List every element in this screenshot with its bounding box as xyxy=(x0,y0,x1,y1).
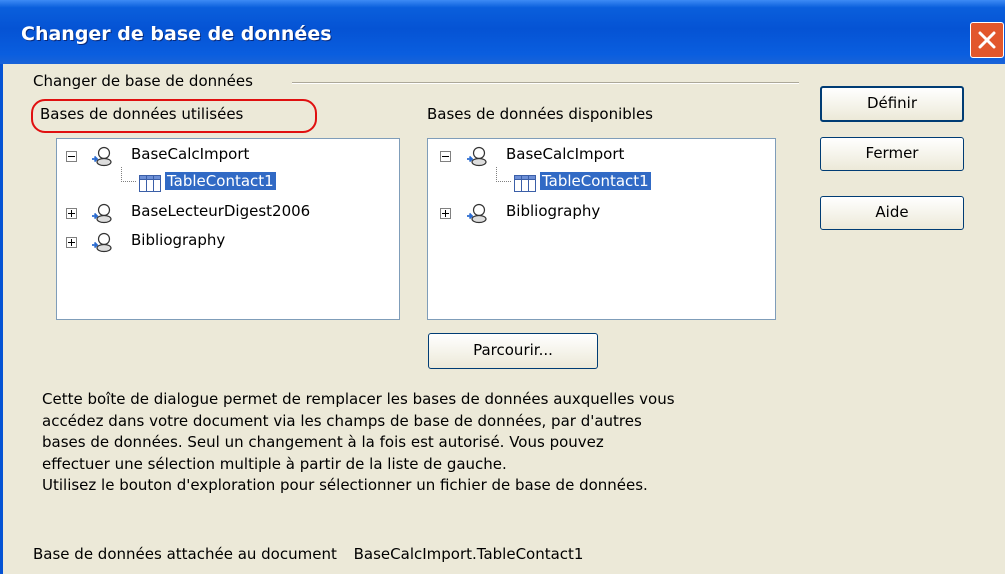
attached-database-row: Base de données attachée au document Bas… xyxy=(33,545,583,563)
tree-item-baselecteurdigest2006[interactable]: BaseLecteurDigest2006 xyxy=(57,202,397,226)
description-line: bases de données. Seul un changement à l… xyxy=(42,433,604,451)
table-icon xyxy=(514,175,536,192)
tree-item-label: Bibliography xyxy=(131,231,226,249)
tree-item-basecalcimport[interactable]: BaseCalcImport xyxy=(57,145,397,169)
expand-icon[interactable] xyxy=(66,237,77,248)
tree-item-label: Bibliography xyxy=(506,202,601,220)
description-line: effectuer une sélection multiple à parti… xyxy=(42,454,507,473)
help-button[interactable]: Aide xyxy=(820,196,964,230)
tree-item-tablecontact1[interactable]: TableContact1 xyxy=(428,172,773,196)
close-window-button[interactable] xyxy=(970,22,1004,58)
database-icon xyxy=(92,146,112,167)
table-icon xyxy=(139,175,161,192)
database-icon xyxy=(467,203,487,224)
collapse-icon[interactable] xyxy=(440,151,451,162)
tree-item-tablecontact1[interactable]: TableContact1 xyxy=(57,172,397,196)
database-icon xyxy=(92,232,112,253)
attached-database-label: Base de données attachée au document xyxy=(33,545,337,563)
window-title: Changer de base de données xyxy=(21,23,332,45)
used-databases-label: Bases de données utilisées xyxy=(40,105,244,123)
define-button[interactable]: Définir xyxy=(820,86,964,122)
database-icon xyxy=(92,203,112,224)
window-frame-left xyxy=(0,64,3,574)
tree-item-basecalcimport[interactable]: BaseCalcImport xyxy=(428,145,773,169)
close-button[interactable]: Fermer xyxy=(820,137,964,171)
tree-item-label: TableContact1 xyxy=(540,172,651,190)
expand-icon[interactable] xyxy=(440,208,451,219)
collapse-icon[interactable] xyxy=(66,151,77,162)
tree-item-label: TableContact1 xyxy=(165,172,276,190)
description-line: Cette boîte de dialogue permet de rempla… xyxy=(42,390,675,408)
group-label: Changer de base de données xyxy=(33,72,253,90)
database-icon xyxy=(467,146,487,167)
group-separator xyxy=(292,82,799,84)
browse-button[interactable]: Parcourir... xyxy=(428,333,598,369)
description-line: Utilisez le bouton d'exploration pour sé… xyxy=(42,476,648,494)
available-databases-tree[interactable]: BaseCalcImport TableContact1 Bibliograph… xyxy=(427,138,776,320)
dialog-window: Changer de base de données Changer de ba… xyxy=(0,0,1005,574)
tree-item-bibliography[interactable]: Bibliography xyxy=(428,202,773,226)
tree-item-label: BaseCalcImport xyxy=(131,145,250,163)
attached-database-value: BaseCalcImport.TableContact1 xyxy=(353,545,584,563)
available-databases-label: Bases de données disponibles xyxy=(427,105,653,123)
description-line: accédez dans votre document via les cham… xyxy=(42,411,642,430)
description-text: Cette boîte de dialogue permet de rempla… xyxy=(42,389,802,497)
close-icon xyxy=(978,31,996,49)
tree-item-label: BaseCalcImport xyxy=(506,145,625,163)
used-databases-tree[interactable]: BaseCalcImport TableContact1 BaseLecteur… xyxy=(56,138,400,320)
expand-icon[interactable] xyxy=(66,208,77,219)
tree-item-bibliography[interactable]: Bibliography xyxy=(57,231,397,255)
title-bar[interactable]: Changer de base de données xyxy=(0,0,1005,64)
tree-item-label: BaseLecteurDigest2006 xyxy=(131,202,311,220)
